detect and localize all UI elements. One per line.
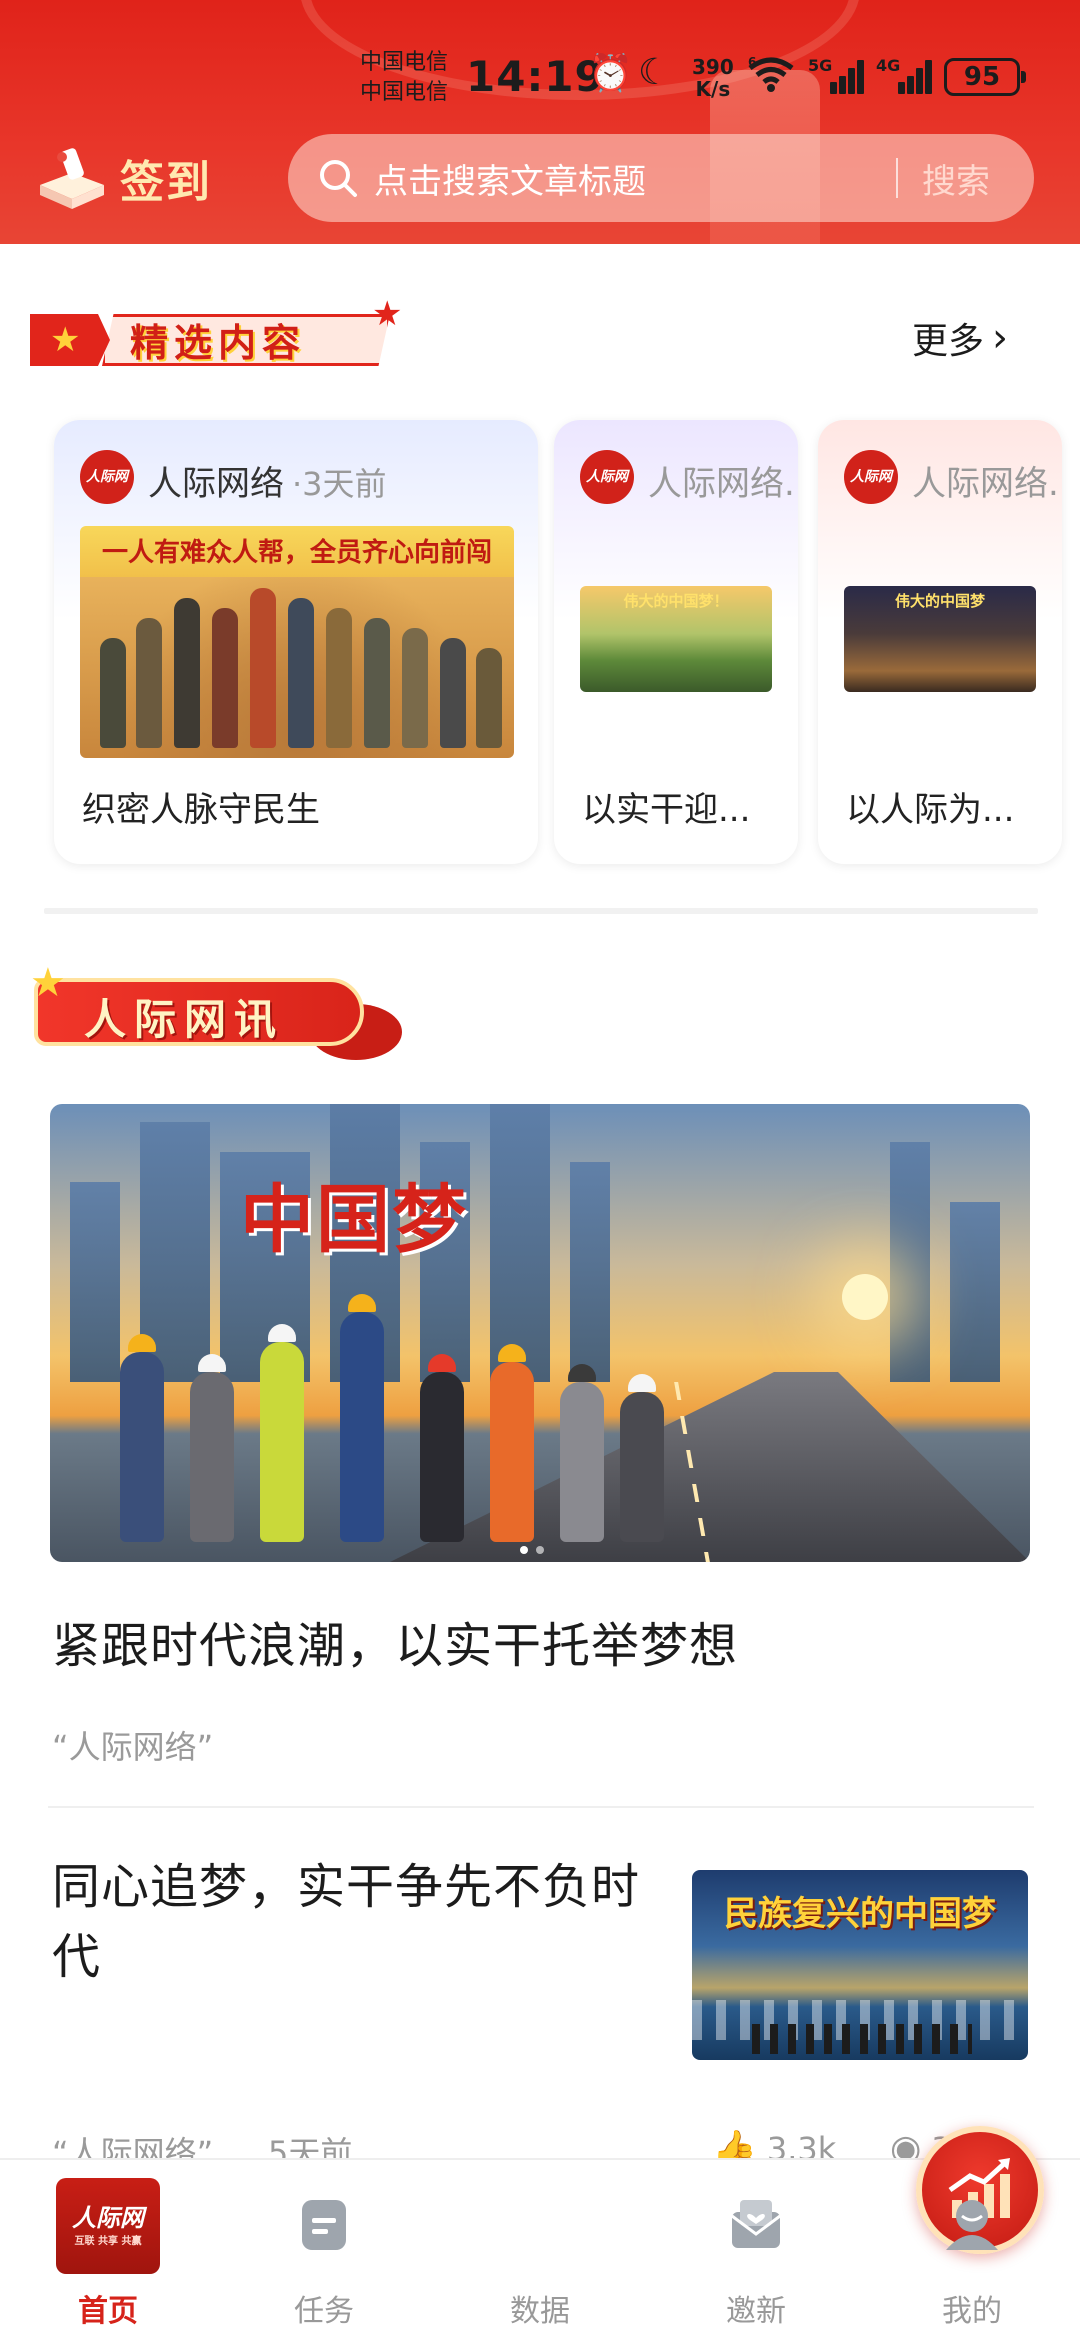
article-source: “人际网络” [52,1728,214,1766]
road [390,1372,1030,1562]
sim2-label: 4G [876,56,901,75]
card-thumbnail: 伟大的中国梦！ [580,586,772,692]
featured-card[interactable]: 人际网 人际网络. 伟大的中国梦！ 以实干迎... [554,420,798,864]
task-icon [302,2200,346,2250]
section-divider [44,908,1038,914]
nav-home[interactable]: 人际网 互联 共享 共赢 首页 [8,2160,208,2340]
article-title[interactable]: 紧跟时代浪潮，以实干托举梦想 [52,1606,738,1676]
search-divider [896,158,898,198]
nav-tasks[interactable]: 任务 [224,2160,424,2340]
article-thumbnail[interactable]: 民族复兴的中国梦 [692,1870,1028,2060]
wifi-icon: 6 [748,56,794,92]
news-title-text: 人际网讯 [84,995,285,1044]
alarm-icon: ⏰ [588,53,633,94]
star-icon: ★ [50,320,81,360]
search-button[interactable]: 搜索 [922,154,990,203]
carousel-indicator [520,1546,544,1554]
nav-invite[interactable]: 邀新 [656,2160,856,2340]
bottom-navigation: 人际网 互联 共享 共赢 首页 任务 数据 邀新 我的 [0,2126,1080,2340]
network-speed-unit: K/s [695,77,731,101]
card-source-name: 人际网络. [912,464,1059,504]
card-time: ·3天前 [292,465,387,503]
card-title: 织密人脉守民生 [82,790,320,830]
hero-image[interactable]: 中国梦 [50,1104,1030,1562]
featured-section-title: ★ 精选内容 ★ [30,294,402,376]
sun [842,1274,888,1320]
card-thumbnail: 伟大的中国梦 [844,586,1036,692]
signin-label: 签到 [120,157,212,208]
featured-card[interactable]: 人际网 人际网络. 伟大的中国梦 以人际为... [818,420,1062,864]
moon-icon: ☾ [638,52,671,93]
carrier-2: 中国电信 [360,80,449,105]
card-title: 以人际为... [846,790,1015,830]
search-input[interactable]: 点击搜索文章标题 [374,154,896,203]
nav-data-label: 数据 [510,2294,570,2329]
card-source: 人际网络. [912,456,1059,505]
source-avatar: 人际网 [844,450,898,504]
sim1-label: 5G [808,56,833,75]
source-avatar: 人际网 [580,450,634,504]
carrier-labels: 中国电信 中国电信 [360,48,448,108]
nav-data[interactable]: 数据 [440,2126,1044,2340]
wifi-badge: 6 [748,56,756,69]
thumbnail-caption: 民族复兴的中国梦 [724,1894,996,1934]
thumbnail-caption: 伟大的中国梦 [894,592,985,610]
signin-gift-icon [40,148,104,209]
user-profile-icon [946,2200,998,2250]
home-logo-text: 人际网 [72,2204,144,2232]
card-thumbnail: 一人有难众人帮，全员齐心向前闯 [80,526,514,758]
carrier-1: 中国电信 [360,50,449,75]
flag-icon: ★ [30,314,110,366]
more-link[interactable]: 更多 › [912,312,1008,364]
featured-card[interactable]: 人际网 人际网络 ·3天前 一人有难众人帮，全员齐心向前闯 织密人脉守民生 [54,420,538,864]
nav-invite-label: 邀新 [726,2294,786,2329]
search-bar[interactable]: 点击搜索文章标题 搜索 [288,134,1034,222]
invite-envelope-icon [731,2200,781,2248]
card-source-name: 人际网络 [148,464,284,504]
nav-mine-label: 我的 [942,2294,1002,2329]
chevron-right-icon: › [992,315,1009,361]
network-speed-value: 390 [692,55,734,79]
article-divider [48,1806,1034,1808]
top-header: 中国电信 中国电信 14:19 ⏰ ☾ 390 K/s 6 5G 4G 95 签… [0,0,1080,244]
status-bar: 中国电信 中国电信 14:19 ⏰ ☾ 390 K/s 6 5G 4G 95 [0,0,1080,120]
sim2-signal-icon: 4G [876,56,936,94]
news-section-title: ★ 人际网讯 [30,960,402,1060]
search-icon [320,160,357,197]
signin-button[interactable]: 签到 [32,138,232,218]
sim1-signal-icon: 5G [808,56,868,94]
battery-indicator: 95 [944,58,1026,96]
status-clock: 14:19 [466,52,605,101]
thumbnail-caption: 伟大的中国梦！ [623,592,729,610]
more-label: 更多 [912,321,985,362]
hero-sign-text: 中国梦 [240,1177,468,1263]
card-source: 人际网络 ·3天前 [148,456,387,505]
card-title: 以实干迎... [582,790,751,830]
gold-star-icon: ★ [30,960,66,1006]
nav-tasks-label: 任务 [294,2294,354,2329]
thumbnail-caption: 一人有难众人帮，全员齐心向前闯 [101,538,492,568]
nav-mine[interactable]: 我的 [872,2160,1072,2340]
home-logo-icon: 人际网 互联 共享 共赢 [56,2178,160,2274]
card-source: 人际网络. [648,456,795,505]
card-source-name: 人际网络. [648,464,795,504]
red-star-icon: ★ [372,294,403,334]
source-avatar: 人际网 [80,450,134,504]
featured-cards-carousel[interactable]: 人际网 人际网络 ·3天前 一人有难众人帮，全员齐心向前闯 织密人脉守民生 人际网… [54,420,1080,866]
article-title[interactable]: 同心追梦，实干争先不负时代 [52,1852,662,1992]
network-speed: 390 K/s [692,56,734,100]
featured-title-text: 精选内容 [130,321,307,365]
nav-home-label: 首页 [78,2294,138,2329]
home-logo-subtext: 互联 共享 共赢 [74,2236,142,2247]
